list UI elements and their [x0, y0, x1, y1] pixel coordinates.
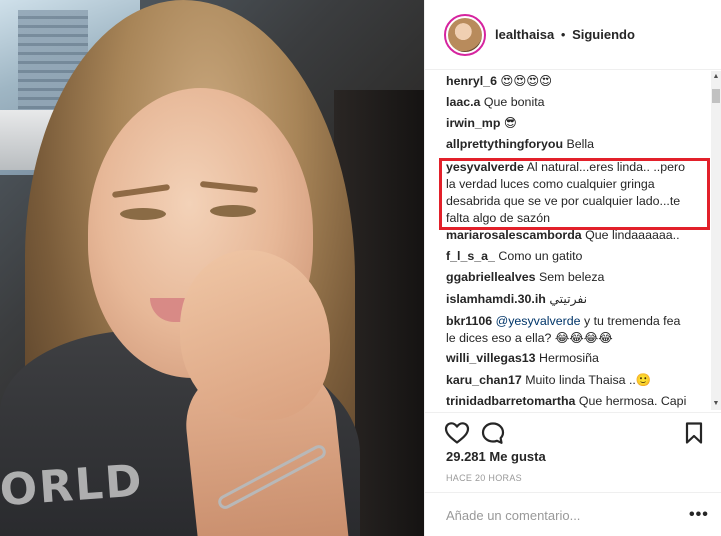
comment-item: f_l_s_a_ Como un gatito	[446, 248, 704, 265]
scroll-down-arrow-icon[interactable]: ▼	[711, 398, 721, 410]
comment-username[interactable]: bkr1106	[446, 314, 492, 328]
username-link[interactable]: lealthaisa	[495, 27, 554, 42]
highlight-box	[439, 158, 710, 230]
comment-item: islamhamdi.30.ih نفرتيتي	[446, 291, 704, 308]
comment-username[interactable]: karu_chan17	[446, 373, 522, 387]
separator-dot: •	[560, 27, 566, 42]
scroll-up-arrow-icon[interactable]: ▲	[711, 71, 721, 83]
comment-text: 😍😍😍😍	[500, 74, 553, 88]
comment-item: ggabriellealves Sem beleza	[446, 269, 704, 286]
comment-username[interactable]: willi_villegas13	[446, 351, 536, 365]
comment-button[interactable]	[480, 421, 506, 445]
scrollbar-thumb[interactable]	[712, 89, 720, 103]
action-bar	[425, 412, 721, 452]
comment-text: Que bonita	[483, 95, 545, 109]
comment-text: 😎	[503, 116, 517, 130]
add-comment-input[interactable]: Añade un comentario...	[446, 508, 580, 523]
comment-item: willi_villegas13 Hermosiña	[446, 350, 704, 367]
comment-item: allprettythingforyou Bella	[446, 136, 704, 153]
comment-text: Que lindaaaaaa..	[585, 228, 680, 242]
follow-status-button[interactable]: Siguiendo	[572, 27, 635, 42]
comment-username[interactable]: laac.a	[446, 95, 480, 109]
shirt-print-text: ORLD	[0, 455, 146, 517]
comment-username[interactable]: irwin_mp	[446, 116, 500, 130]
speech-bubble-icon	[481, 422, 505, 444]
bookmark-icon	[685, 422, 703, 444]
avatar[interactable]	[444, 14, 486, 56]
comment-item: henryl_6 😍😍😍😍	[446, 73, 704, 90]
post-timestamp[interactable]: HACE 20 HORAS	[446, 473, 522, 483]
comment-username[interactable]: islamhamdi.30.ih	[446, 292, 546, 306]
post-side-panel: lealthaisa • Siguiendo henryl_6 😍😍😍😍 laa…	[424, 0, 721, 536]
comment-text: Hermosiña	[539, 351, 599, 365]
comment-item: bkr1106 @yesyvalverde y tu tremenda fea …	[446, 313, 686, 347]
add-comment-bar: Añade un comentario... •••	[425, 492, 721, 536]
comment-text: Bella	[566, 137, 595, 151]
comment-text: Como un gatito	[498, 249, 583, 263]
heart-icon	[444, 422, 470, 444]
post-header: lealthaisa • Siguiendo	[425, 0, 721, 70]
comment-item: karu_chan17 Muito linda Thaisa ..🙂	[446, 372, 704, 389]
comments-scrollbar[interactable]: ▲ ▼	[711, 71, 721, 410]
save-button[interactable]	[681, 421, 707, 445]
comment-username[interactable]: f_l_s_a_	[446, 249, 495, 263]
comment-item: mariarosalescamborda Que lindaaaaaa..	[446, 227, 704, 244]
comment-item: trinidadbarretomartha Que hermosa. Capi	[446, 393, 704, 410]
comment-item: laac.a Que bonita	[446, 94, 704, 111]
comment-username[interactable]: trinidadbarretomartha	[446, 394, 575, 408]
comment-username[interactable]: ggabriellealves	[446, 270, 536, 284]
post-photo: ORLD	[0, 0, 424, 536]
comment-item: irwin_mp 😎	[446, 115, 704, 132]
likes-count[interactable]: 29.281 Me gusta	[446, 449, 546, 464]
header-line: lealthaisa • Siguiendo	[495, 27, 635, 42]
comment-username[interactable]: mariarosalescamborda	[446, 228, 582, 242]
ellipsis-icon[interactable]: •••	[689, 506, 709, 524]
comment-username[interactable]: henryl_6	[446, 74, 497, 88]
comment-text: Que hermosa. Capi	[578, 394, 687, 408]
comments-list[interactable]: henryl_6 😍😍😍😍 laac.a Que bonita irwin_mp…	[425, 71, 712, 410]
comment-text: Sem beleza	[539, 270, 605, 284]
left-eye	[120, 208, 166, 220]
comment-mention-link[interactable]: @yesyvalverde	[496, 314, 581, 328]
like-button[interactable]	[444, 421, 470, 445]
avatar-image	[448, 18, 482, 52]
comment-text: Muito linda Thaisa ..🙂	[525, 373, 652, 387]
comment-username[interactable]: allprettythingforyou	[446, 137, 563, 151]
right-eye	[210, 205, 256, 217]
comment-text: نفرتيتي	[549, 292, 588, 306]
